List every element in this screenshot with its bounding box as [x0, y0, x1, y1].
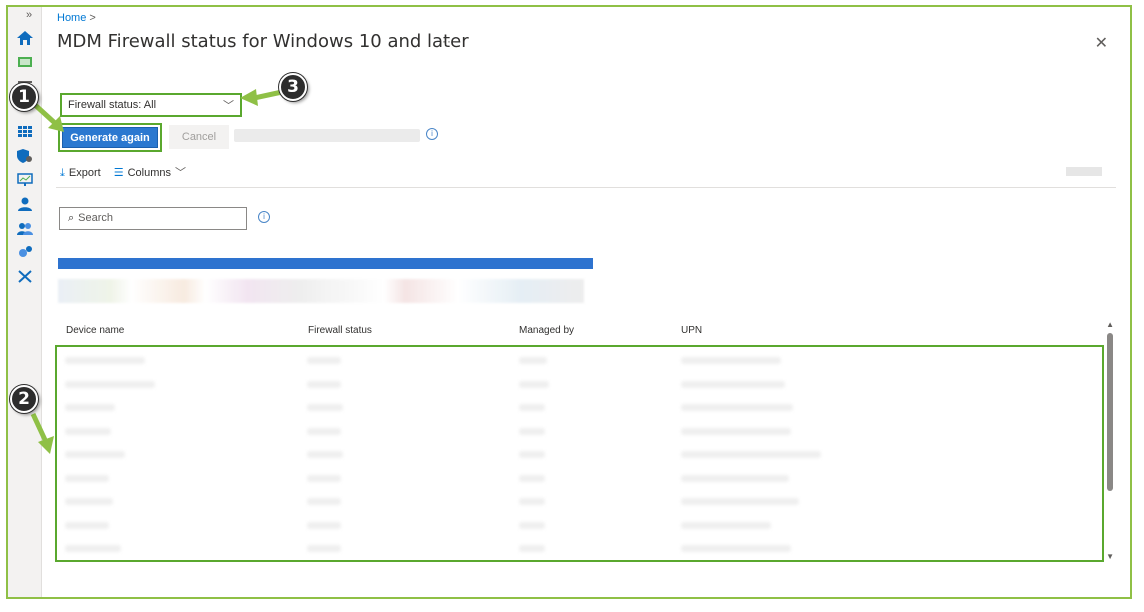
user-icon[interactable]: [17, 197, 33, 211]
column-managed-by[interactable]: Managed by: [519, 325, 574, 336]
search-icon: ⌕: [68, 212, 75, 224]
table-cell: [681, 498, 799, 505]
table-cell: [681, 427, 791, 435]
table-cell: [307, 498, 341, 505]
generate-again-button[interactable]: Generate again: [62, 127, 158, 148]
columns-icon: ☰: [113, 167, 124, 179]
table-cell: [681, 474, 789, 482]
firewall-status-filter[interactable]: Firewall status: All ﹀: [60, 93, 242, 117]
table-cell: [519, 404, 545, 411]
scroll-down-icon[interactable]: ▼: [1106, 552, 1114, 561]
column-firewall-status[interactable]: Firewall status: [308, 325, 372, 336]
scroll-up-icon[interactable]: ▲: [1106, 320, 1114, 329]
table-cell: [65, 498, 113, 505]
summary-bar: [58, 258, 593, 269]
callout-badge-2: 2: [10, 385, 38, 413]
expand-icon[interactable]: »: [26, 9, 32, 21]
table-row[interactable]: [57, 396, 1102, 419]
table-cell: [681, 404, 793, 411]
table-cell: [519, 380, 549, 388]
table-cell: [307, 404, 343, 411]
tenant-admin-icon[interactable]: [17, 245, 33, 259]
callout-badge-3: 3: [279, 73, 307, 101]
table-cell: [307, 474, 341, 482]
troubleshooting-icon[interactable]: [17, 269, 33, 283]
dashboard-icon[interactable]: [17, 55, 33, 69]
main-pane: Home > MDM Firewall status for Windows 10…: [42, 7, 1130, 597]
table-cell: [65, 357, 145, 364]
table-cell: [307, 380, 341, 388]
table-cell: [65, 545, 121, 552]
table-row[interactable]: [57, 373, 1102, 396]
chevron-down-icon: ﹀: [223, 100, 234, 112]
report-status-text: [234, 129, 420, 142]
download-icon: ⤓: [60, 167, 65, 179]
more-options-button[interactable]: ···: [442, 34, 457, 48]
reports-icon[interactable]: [17, 173, 33, 187]
callout-arrow-1: [32, 102, 64, 132]
toolbar-right-placeholder: [1066, 167, 1102, 176]
table-cell: [307, 427, 341, 435]
table-cell: [681, 545, 791, 552]
export-button[interactable]: Export: [69, 167, 101, 179]
callout-badge-1: 1: [10, 83, 38, 111]
info-icon[interactable]: i: [426, 128, 438, 140]
toolbar: ⤓ Export ☰ Columns ﹀: [60, 164, 190, 180]
breadcrumb-separator: >: [89, 12, 96, 24]
table-header: Device name Firewall status Managed by U…: [56, 323, 1106, 341]
table-cell: [307, 357, 341, 364]
close-icon[interactable]: ✕: [1095, 33, 1108, 53]
table-cell: [519, 451, 545, 458]
breadcrumb-home-link[interactable]: Home: [57, 12, 86, 24]
table-cell: [519, 498, 545, 505]
table-cell: [65, 404, 115, 411]
table-row[interactable]: [57, 467, 1102, 490]
table-cell: [519, 357, 547, 364]
table-row[interactable]: [57, 537, 1102, 560]
page-title: MDM Firewall status for Windows 10 and l…: [57, 31, 469, 52]
table-cell: [519, 474, 545, 482]
generate-highlight: Generate again: [58, 123, 162, 152]
table-cell: [307, 521, 341, 529]
info-icon[interactable]: i: [258, 211, 270, 223]
callout-arrow-2: [30, 412, 54, 454]
home-icon[interactable]: [17, 31, 33, 45]
column-upn[interactable]: UPN: [681, 325, 702, 336]
groups-icon[interactable]: [17, 221, 33, 235]
summary-legend: [58, 279, 584, 303]
table-cell: [681, 521, 771, 529]
filter-label: Firewall status: All: [68, 99, 157, 111]
table-row[interactable]: [57, 514, 1102, 537]
table-cell: [519, 521, 545, 529]
app-window: » Home > MDM Firewall status for Windows …: [6, 5, 1132, 599]
search-input[interactable]: ⌕ Search: [59, 207, 247, 230]
table-cell: [681, 357, 781, 364]
search-placeholder: Search: [78, 212, 114, 224]
table-cell: [307, 451, 343, 458]
table-cell: [519, 545, 545, 552]
table-body: [55, 345, 1104, 562]
table-cell: [65, 474, 109, 482]
endpoint-security-icon[interactable]: [17, 149, 33, 163]
table-cell: [681, 380, 785, 388]
breadcrumb: Home >: [57, 12, 96, 24]
columns-button[interactable]: Columns: [128, 167, 171, 179]
table-cell: [65, 427, 111, 435]
column-device-name[interactable]: Device name: [66, 325, 124, 336]
chevron-down-icon: ﹀: [175, 167, 187, 179]
table-cell: [681, 451, 821, 458]
table-row[interactable]: [57, 490, 1102, 513]
table-cell: [307, 545, 341, 552]
cancel-button[interactable]: Cancel: [169, 125, 229, 149]
table-row[interactable]: [57, 420, 1102, 443]
table-cell: [65, 521, 109, 529]
callout-arrow-3: [240, 89, 283, 106]
table-cell: [65, 380, 155, 388]
table-row[interactable]: [57, 443, 1102, 466]
table-cell: [519, 427, 545, 435]
scrollbar-thumb[interactable]: [1107, 333, 1113, 491]
divider: [56, 187, 1116, 188]
table-cell: [65, 451, 125, 458]
table-row[interactable]: [57, 349, 1102, 372]
